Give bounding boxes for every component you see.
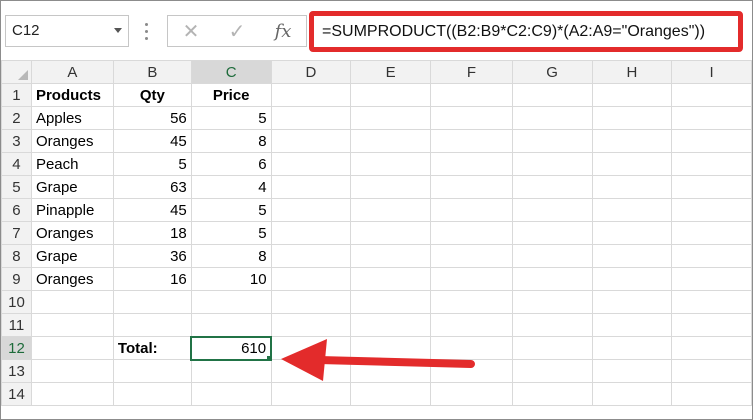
spreadsheet-window: C12 ✕ ✓ fx =SUMPRODUCT((B2:B9*C2:C9)*(A2… [0, 0, 753, 420]
annotation-arrow [281, 339, 475, 381]
